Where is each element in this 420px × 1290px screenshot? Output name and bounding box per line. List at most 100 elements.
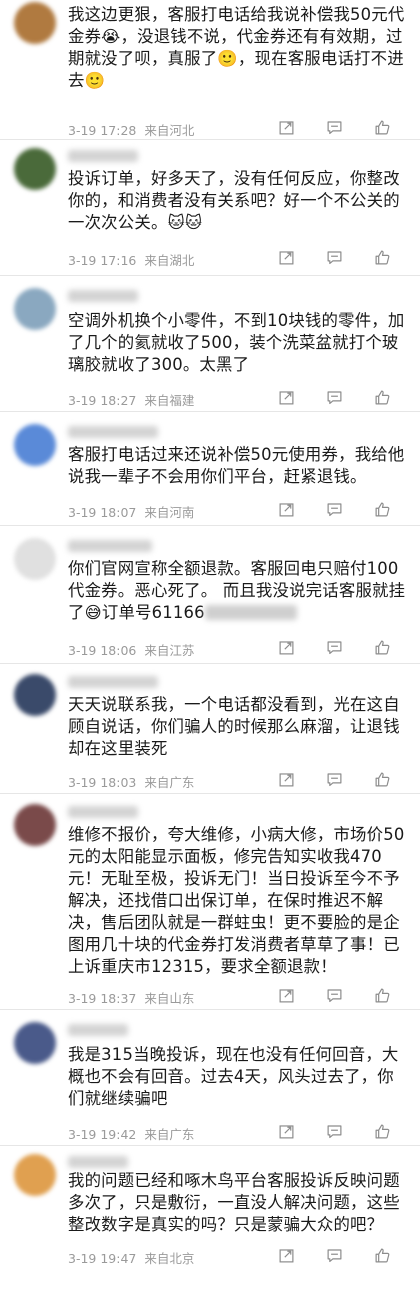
comment-icon [327,502,341,516]
like-button[interactable] [358,984,406,1006]
avatar[interactable] [14,1154,56,1196]
comment-icon [327,390,341,404]
share-icon [279,502,293,516]
avatar[interactable] [14,2,56,44]
comment-button[interactable] [310,984,358,1006]
comment-icon [327,1124,341,1138]
comment-date: 3-19 19:47 [68,1251,137,1266]
comment-button[interactable] [310,246,358,268]
avatar[interactable] [14,804,56,846]
username-redacted [68,150,138,162]
comment-location: 来自北京 [144,1251,195,1266]
like-button[interactable] [358,1120,406,1142]
comment-text: 投诉订单，好多天了，没有任何反应，你整改你的，和消费者没有关系吧？好一个不公关的… [68,168,410,234]
comment-date: 3-19 18:06 [68,643,137,658]
like-button[interactable] [358,1244,406,1266]
comment-location: 来自河北 [144,123,195,138]
avatar[interactable] [14,674,56,716]
comment-actions [262,984,406,1006]
share-button[interactable] [262,498,310,520]
comment-button[interactable] [310,386,358,408]
comment-text: 我的问题已经和啄木鸟平台客服投诉反映问题多次了，只是敷衍，一直没人解决问题，这些… [68,1170,410,1236]
comment-item: 我这边更狠，客服打电话给我说补偿我50元代金券😭，没退钱不说，代金券还有有效期，… [0,0,420,140]
comment-actions [262,768,406,790]
thumbs-up-icon [375,640,389,654]
username-redacted [68,1156,128,1168]
like-button[interactable] [358,636,406,658]
comment-item: 客服打电话过来还说补偿50元使用券，我给他说我一辈子不会用你们平台，赶紧退钱。 … [0,412,420,526]
comment-body: 维修不报价，夸大维修，小病大修，市场价50元的太阳能显示面板，修完告知实收我47… [68,825,405,976]
comment-button[interactable] [310,768,358,790]
comment-meta: 3-19 18:06 来自江苏 [68,640,194,659]
share-icon [279,120,293,134]
share-button[interactable] [262,246,310,268]
comment-meta: 3-19 17:28 来自河北 [68,120,194,139]
comment-meta: 3-19 18:27 来自福建 [68,390,194,409]
like-button[interactable] [358,246,406,268]
username-redacted [68,426,158,438]
comment-actions [262,116,406,138]
comment-text: 我这边更狠，客服打电话给我说补偿我50元代金券😭，没退钱不说，代金券还有有效期，… [68,4,410,92]
comment-location: 来自江苏 [144,643,195,658]
comment-meta: 3-19 19:47 来自北京 [68,1248,194,1267]
share-button[interactable] [262,116,310,138]
comment-body: 天天说联系我，一个电话都没看到，光在这自顾自说话，你们骗人的时候那么麻溜，让退钱… [68,695,400,758]
comment-icon [327,1248,341,1262]
comment-body: 客服打电话过来还说补偿50元使用券，我给他说我一辈子不会用你们平台，赶紧退钱。 [68,445,405,486]
username-redacted [68,540,152,552]
comment-button[interactable] [310,1120,358,1142]
avatar[interactable] [14,538,56,580]
like-button[interactable] [358,386,406,408]
like-button[interactable] [358,768,406,790]
comment-actions [262,1120,406,1142]
username-redacted [68,806,138,818]
comment-date: 3-19 18:03 [68,775,137,790]
thumbs-up-icon [375,1124,389,1138]
like-button[interactable] [358,498,406,520]
comment-icon [327,640,341,654]
comment-icon [327,120,341,134]
comment-button[interactable] [310,1244,358,1266]
username-redacted [68,290,138,302]
share-icon [279,1124,293,1138]
share-icon [279,250,293,264]
comment-text: 你们官网宣称全额退款。客服回电只赔付100代金券。恶心死了。 而且我没说完话客服… [68,558,410,624]
share-button[interactable] [262,1120,310,1142]
like-button[interactable] [358,116,406,138]
avatar[interactable] [14,288,56,330]
comment-meta: 3-19 18:07 来自河南 [68,502,194,521]
comment-body: 我是315当晚投诉，现在也没有任何回音，大概也不会有回音。过去4天，风头过去了，… [68,1045,399,1108]
comment-date: 3-19 19:42 [68,1127,137,1142]
share-button[interactable] [262,636,310,658]
share-icon [279,390,293,404]
comment-location: 来自广东 [144,1127,195,1142]
order-number-redacted [204,605,297,620]
thumbs-up-icon [375,502,389,516]
comment-date: 3-19 18:07 [68,505,137,520]
comment-body: 我这边更狠，客服打电话给我说补偿我50元代金券😭，没退钱不说，代金券还有有效期，… [68,5,405,90]
comment-text: 空调外机换个小零件，不到10块钱的零件，加了几个的氦就收了500，装个洗菜盆就打… [68,310,410,376]
comment-text: 维修不报价，夸大维修，小病大修，市场价50元的太阳能显示面板，修完告知实收我47… [68,824,410,978]
comment-text: 客服打电话过来还说补偿50元使用券，我给他说我一辈子不会用你们平台，赶紧退钱。 [68,444,410,488]
share-button[interactable] [262,984,310,1006]
comment-actions [262,498,406,520]
share-button[interactable] [262,1244,310,1266]
comment-item: 你们官网宣称全额退款。客服回电只赔付100代金券。恶心死了。 而且我没说完话客服… [0,526,420,664]
comment-meta: 3-19 18:03 来自广东 [68,772,194,791]
comment-button[interactable] [310,636,358,658]
avatar[interactable] [14,148,56,190]
avatar[interactable] [14,1022,56,1064]
comment-button[interactable] [310,498,358,520]
comment-date: 3-19 17:28 [68,123,137,138]
comment-location: 来自河南 [144,505,195,520]
comment-actions [262,246,406,268]
share-button[interactable] [262,768,310,790]
comment-body: 我的问题已经和啄木鸟平台客服投诉反映问题多次了，只是敷衍，一直没人解决问题，这些… [68,1171,400,1234]
comment-button[interactable] [310,116,358,138]
share-icon [279,1248,293,1262]
avatar[interactable] [14,424,56,466]
comment-item: 天天说联系我，一个电话都没看到，光在这自顾自说话，你们骗人的时候那么麻溜，让退钱… [0,664,420,794]
comment-location: 来自广东 [144,775,195,790]
share-button[interactable] [262,386,310,408]
comment-date: 3-19 17:16 [68,253,137,268]
